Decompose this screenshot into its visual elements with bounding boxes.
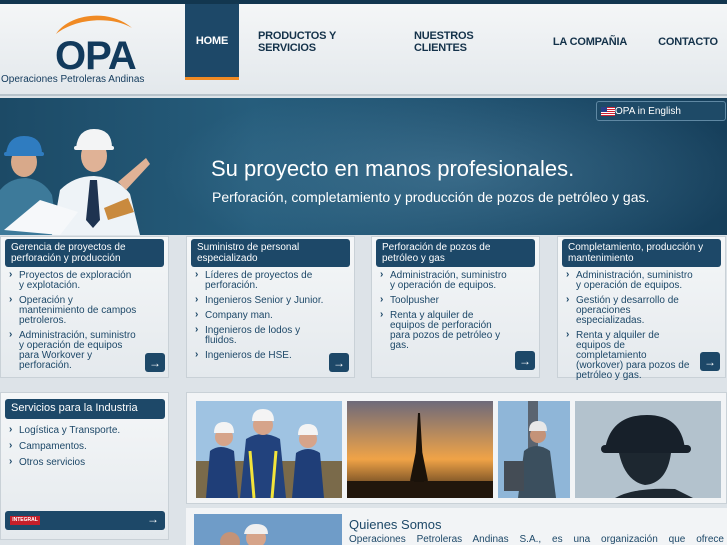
list-item[interactable]: Toolpusher	[380, 295, 509, 306]
photo-strip	[186, 392, 727, 504]
list-item[interactable]: Company man.	[195, 310, 324, 321]
logo-name: OPA	[55, 34, 137, 78]
photo-worker-silhouette-image[interactable]	[575, 401, 721, 498]
card-perforacion: Perforación de pozos de petróleo y gas A…	[371, 236, 540, 378]
card-title[interactable]: Perforación de pozos de petróleo y gas	[376, 239, 535, 267]
list-item[interactable]: Renta y alquiler de equipos de perforaci…	[380, 310, 509, 351]
nav-contacto[interactable]: CONTACTO	[654, 4, 722, 80]
logo-swoosh-icon	[56, 15, 132, 34]
card-gerencia: Gerencia de proyectos de perforación y p…	[0, 236, 169, 378]
card-personal: Suministro de personal especializado Líd…	[186, 236, 355, 378]
quienes-text: Operaciones Petroleras Andinas S.A., es …	[349, 534, 724, 545]
list-item[interactable]: Campamentos.	[9, 441, 120, 452]
photo-drill-worker-image[interactable]	[498, 401, 570, 498]
arrow-right-icon: →	[704, 354, 716, 369]
list-item[interactable]: Renta y alquiler de equipos de completam…	[566, 330, 695, 381]
english-button[interactable]: OPA in English	[596, 101, 726, 121]
services-title[interactable]: Servicios para la Industria	[5, 399, 165, 419]
quienes-team-image[interactable]	[194, 514, 342, 545]
list-item[interactable]: Administración, suministro y operación d…	[566, 270, 695, 291]
card-title[interactable]: Completamiento, producción y mantenimien…	[562, 239, 721, 267]
list-item[interactable]: Ingenieros de lodos y fluidos.	[195, 325, 324, 346]
integral-banner-button[interactable]: INTEGRAL →	[5, 511, 165, 530]
card-arrow-button[interactable]: →	[515, 351, 535, 370]
arrow-right-icon: →	[149, 355, 161, 370]
list-item[interactable]: Ingenieros de HSE.	[195, 350, 324, 361]
logo-subtitle: Operaciones Petroleras Andinas	[1, 74, 145, 85]
english-label: OPA in English	[615, 105, 681, 117]
list-item[interactable]: Logística y Transporte.	[9, 425, 120, 436]
list-item[interactable]: Administración, suministro y operación d…	[9, 330, 138, 371]
list-item[interactable]: Operación y mantenimiento de campos petr…	[9, 295, 138, 326]
arrow-right-icon: →	[333, 355, 345, 370]
list-item[interactable]: Líderes de proyectos de perforación.	[195, 270, 324, 291]
list-item[interactable]: Gestión y desarrollo de operaciones espe…	[566, 295, 695, 326]
photo-rig-sunset-image[interactable]	[347, 401, 493, 498]
us-flag-icon	[601, 107, 615, 116]
nav-productos[interactable]: PRODUCTOS Y SERVICIOS	[258, 4, 392, 80]
list-item[interactable]: Administración, suministro y operación d…	[380, 270, 509, 291]
list-item[interactable]: Otros servicios	[9, 457, 120, 468]
card-arrow-button[interactable]: →	[145, 353, 165, 372]
arrow-right-icon: →	[519, 353, 531, 368]
integral-logo: INTEGRAL	[10, 516, 40, 525]
services-panel: Servicios para la Industria Logística y …	[0, 392, 169, 540]
quienes-title: Quienes Somos	[349, 517, 442, 532]
nav-compania[interactable]: LA COMPAÑIA	[548, 4, 632, 80]
quienes-section: Quienes Somos Operaciones Petroleras And…	[186, 508, 727, 545]
nav-clientes[interactable]: NUESTROS CLIENTES	[414, 4, 528, 80]
card-arrow-button[interactable]: →	[329, 353, 349, 372]
hero-workers-image	[0, 129, 150, 235]
photo-workers-image[interactable]	[196, 401, 342, 498]
card-title[interactable]: Suministro de personal especializado	[191, 239, 350, 267]
list-item[interactable]: Proyectos de exploración y explotación.	[9, 270, 138, 291]
nav-home[interactable]: HOME	[185, 4, 239, 80]
card-completamiento: Completamiento, producción y mantenimien…	[557, 236, 726, 381]
card-title[interactable]: Gerencia de proyectos de perforación y p…	[5, 239, 164, 267]
hero-subtitle: Perforación, completamiento y producción…	[212, 189, 650, 205]
logo[interactable]: OPA Operaciones Petroleras Andinas	[0, 4, 185, 96]
list-item[interactable]: Ingenieros Senior y Junior.	[195, 295, 324, 306]
hero-title: Su proyecto en manos profesionales.	[211, 156, 575, 181]
arrow-right-icon: →	[147, 512, 159, 526]
card-arrow-button[interactable]: →	[700, 352, 720, 371]
